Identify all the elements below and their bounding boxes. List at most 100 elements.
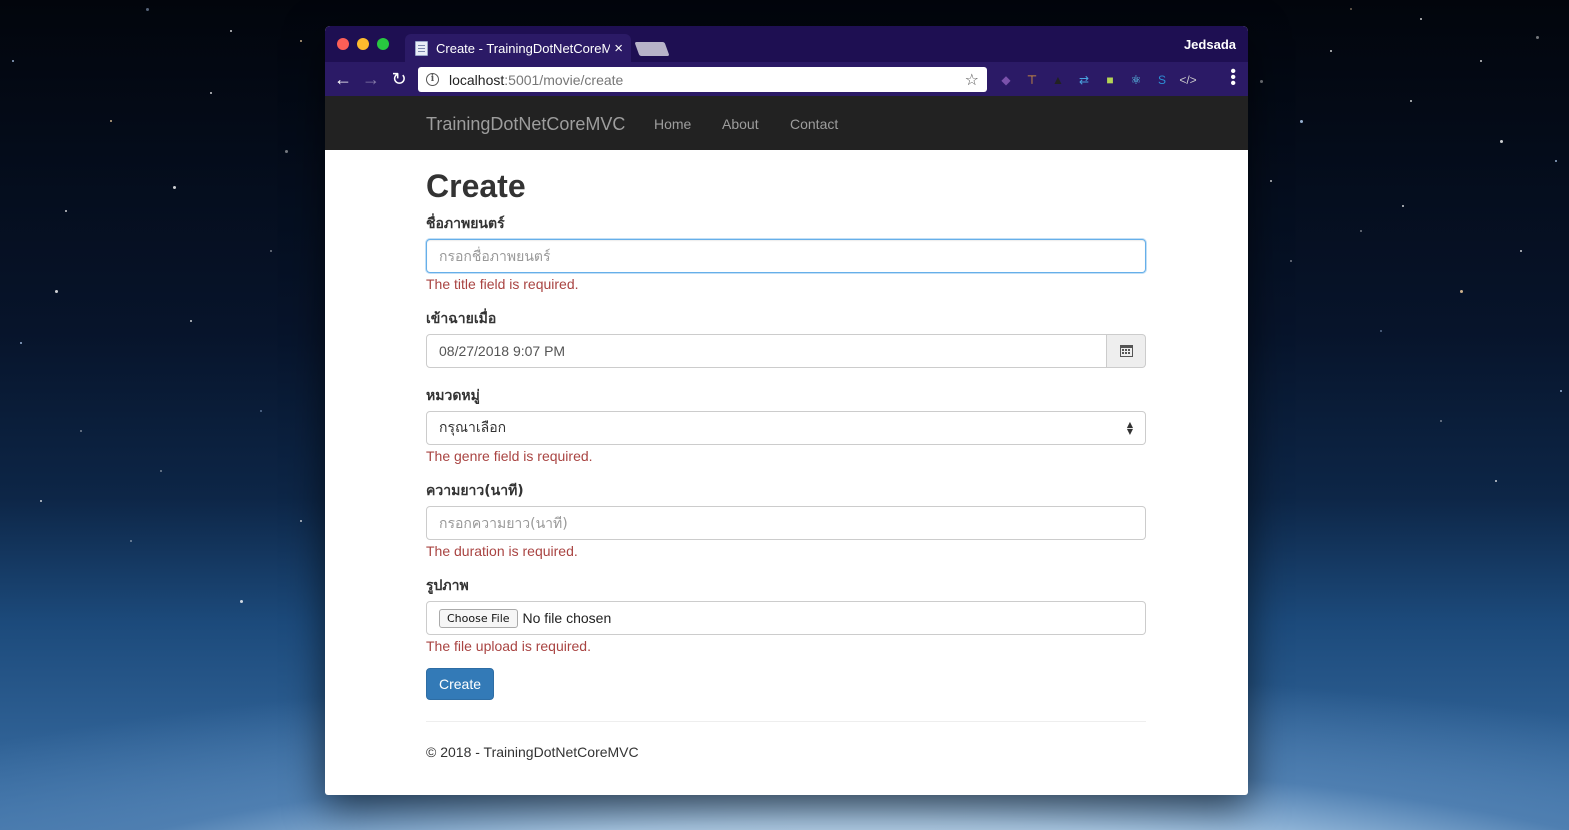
- release-date-group: 08/27/2018 9:07 PM: [426, 334, 1146, 368]
- star: [20, 342, 22, 344]
- image-file-input: Choose File No file chosen: [426, 601, 1146, 635]
- maximize-window-button[interactable]: [377, 38, 389, 50]
- star: [1560, 390, 1562, 392]
- bird-icon[interactable]: ▲: [1049, 71, 1067, 89]
- star: [1420, 18, 1422, 20]
- choose-file-button[interactable]: Choose File: [439, 608, 518, 628]
- file-status: No file chosen: [522, 610, 612, 626]
- browser-window: Create - TrainingDotNetCoreMVC × Jedsada…: [325, 26, 1248, 795]
- star: [1380, 330, 1382, 332]
- swap-icon[interactable]: ⇄: [1075, 71, 1093, 89]
- url-host: localhost: [449, 71, 505, 88]
- calendar-button[interactable]: [1107, 334, 1146, 368]
- nav-link-home[interactable]: Home: [654, 116, 691, 132]
- app-navbar: TrainingDotNetCoreMVC Home About Contact: [325, 96, 1248, 150]
- file-error: The file upload is required.: [426, 638, 591, 654]
- duration-input[interactable]: [426, 506, 1146, 540]
- pickaxe-icon[interactable]: ⊤: [1023, 71, 1041, 89]
- nav-link-contact[interactable]: Contact: [790, 116, 838, 132]
- address-bar[interactable]: i localhost:5001/movie/create ☆: [418, 67, 987, 92]
- extension-icons: ◆ ⊤ ▲ ⇄ ■ ⚛ S </>: [997, 71, 1197, 89]
- profile-name[interactable]: Jedsada: [1184, 37, 1236, 52]
- image-label: รูปภาพ: [426, 578, 469, 594]
- duration-error: The duration is required.: [426, 543, 578, 559]
- reload-icon[interactable]: ↻: [385, 69, 413, 90]
- react-devtools-icon[interactable]: ⚛: [1127, 71, 1145, 89]
- star: [1290, 260, 1292, 262]
- star: [300, 40, 302, 42]
- title-input[interactable]: [426, 239, 1146, 273]
- close-tab-icon[interactable]: ×: [614, 40, 623, 57]
- browser-tab-active[interactable]: Create - TrainingDotNetCoreMVC ×: [405, 34, 631, 62]
- star: [55, 290, 58, 293]
- close-window-button[interactable]: [337, 38, 349, 50]
- star: [210, 92, 212, 94]
- calendar-icon: [1119, 345, 1133, 357]
- star: [190, 320, 192, 322]
- code-icon[interactable]: </>: [1179, 71, 1197, 89]
- navbar-brand[interactable]: TrainingDotNetCoreMVC: [426, 114, 625, 135]
- star: [1350, 8, 1352, 10]
- bookmark-star-icon[interactable]: ☆: [965, 70, 979, 90]
- star: [1440, 420, 1442, 422]
- back-arrow-icon[interactable]: ←: [329, 69, 357, 90]
- duration-label: ความยาว(นาที): [426, 483, 524, 499]
- star: [1480, 60, 1482, 62]
- star: [1495, 480, 1497, 482]
- page-icon: [415, 40, 428, 56]
- browser-titlebar: Create - TrainingDotNetCoreMVC × Jedsada: [325, 26, 1248, 62]
- star: [270, 250, 272, 252]
- colorpicker-icon[interactable]: ■: [1101, 71, 1119, 89]
- star: [1536, 36, 1539, 39]
- star: [110, 120, 112, 122]
- star: [80, 430, 82, 432]
- main-content: Create ชื่อภาพยนตร์ The title field is r…: [426, 150, 1146, 760]
- star: [130, 540, 132, 542]
- footer-divider: [426, 721, 1146, 722]
- star: [1555, 160, 1557, 162]
- star: [1410, 100, 1412, 102]
- info-icon[interactable]: i: [426, 73, 439, 86]
- nav-link-about[interactable]: About: [722, 116, 759, 132]
- minimize-window-button[interactable]: [357, 38, 369, 50]
- select-arrows-icon: ▲ ▼: [1126, 420, 1133, 436]
- s-extension-icon[interactable]: S: [1153, 71, 1171, 89]
- star: [146, 8, 149, 11]
- url-path: :5001/movie/create: [504, 71, 624, 88]
- title-label: ชื่อภาพยนตร์: [426, 216, 505, 232]
- title-error: The title field is required.: [426, 276, 579, 292]
- forward-arrow-icon[interactable]: →: [357, 69, 385, 90]
- star: [1460, 290, 1463, 293]
- genre-label: หมวดหมู่: [426, 388, 480, 404]
- release-date-input[interactable]: 08/27/2018 9:07 PM: [426, 334, 1107, 368]
- star: [240, 600, 243, 603]
- star: [1360, 230, 1362, 232]
- star: [173, 186, 176, 189]
- genre-select[interactable]: กรุณาเลือก ▲ ▼: [426, 411, 1146, 445]
- star: [1402, 205, 1404, 207]
- star: [1520, 250, 1522, 252]
- footer-text: © 2018 - TrainingDotNetCoreMVC: [426, 744, 639, 760]
- star: [65, 210, 67, 212]
- star: [1260, 80, 1263, 83]
- star: [1330, 50, 1332, 52]
- vue-devtools-icon[interactable]: ◆: [997, 71, 1015, 89]
- new-tab-button[interactable]: [634, 42, 670, 56]
- genre-selected-value: กรุณาเลือก: [439, 420, 507, 436]
- create-button[interactable]: Create: [426, 668, 495, 700]
- browser-menu-icon[interactable]: • • •: [1230, 64, 1236, 92]
- genre-error: The genre field is required.: [426, 448, 593, 464]
- star: [285, 150, 288, 153]
- page-title: Create: [426, 168, 526, 204]
- star: [300, 520, 302, 522]
- star: [260, 410, 262, 412]
- release-date-label: เข้าฉายเมื่อ: [426, 311, 497, 327]
- star: [40, 500, 42, 502]
- star: [1300, 120, 1303, 123]
- star: [1500, 140, 1503, 143]
- star: [12, 60, 14, 62]
- star: [160, 470, 162, 472]
- tab-title: Create - TrainingDotNetCoreMVC: [436, 40, 610, 56]
- star: [230, 30, 232, 32]
- browser-toolbar: ← → ↻ i localhost:5001/movie/create ☆ ◆ ⊤…: [325, 62, 1248, 96]
